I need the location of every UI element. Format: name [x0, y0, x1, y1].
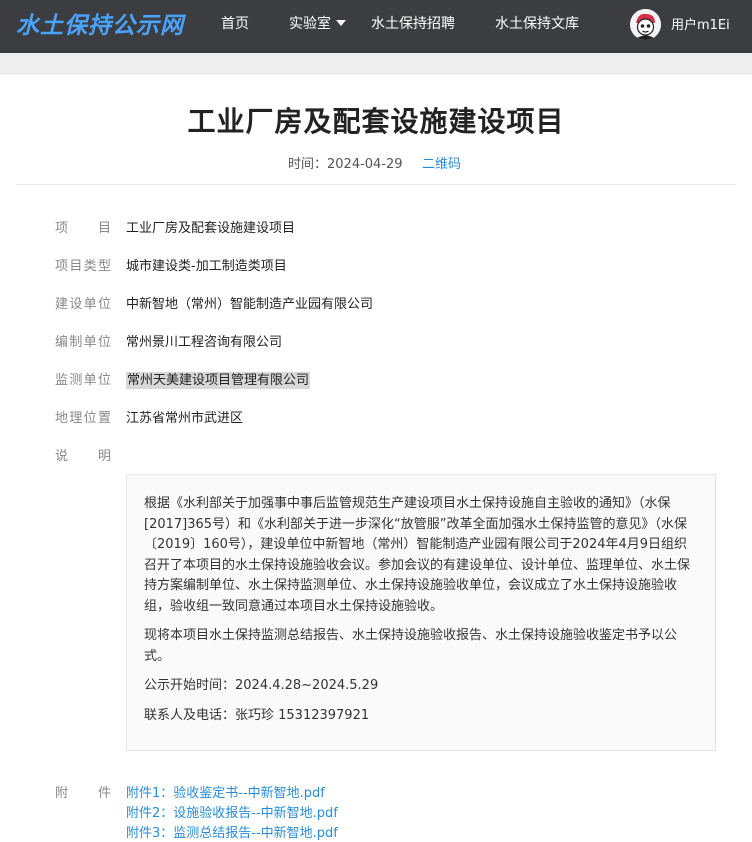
field-label: 编制单位 — [55, 335, 111, 350]
avatar[interactable] — [630, 9, 661, 40]
page-title: 工业厂房及配套设施建设项目 — [187, 105, 565, 138]
user-avatar-icon — [630, 9, 661, 40]
nav-home[interactable]: 首页 — [221, 13, 249, 33]
attachment-link-3[interactable]: 附件3：监测总结报告--中新智地.pdf — [126, 822, 338, 841]
chevron-down-icon — [336, 20, 346, 26]
field-label: 项目类型 — [55, 259, 111, 274]
publicity-period: 公示开始时间：2024.4.28~2024.5.29 — [144, 678, 379, 693]
nav-lab-label: 实验室 — [289, 16, 331, 32]
field-row-description: 说 明 — [0, 445, 752, 465]
description-box: 根据《水利部关于加强事中事后监管规范生产建设项目水土保持设施自主验收的通知》（水… — [126, 474, 716, 751]
field-label: 项 目 — [55, 221, 111, 236]
user-menu[interactable]: 用户m1Ei — [671, 14, 730, 33]
divider — [16, 184, 736, 185]
nav-lab[interactable]: 实验室 — [289, 13, 346, 33]
attachment-link-1[interactable]: 附件1：验收鉴定书--中新智地.pdf — [126, 782, 325, 801]
field-row-location: 地理位置 江苏省常州市武进区 — [0, 407, 752, 427]
field-value: 工业厂房及配套设施建设项目 — [126, 221, 296, 236]
field-row-builder: 建设单位 中新智地（常州）智能制造产业园有限公司 — [0, 293, 752, 313]
nav-library[interactable]: 水土保持文库 — [495, 13, 579, 33]
field-row-type: 项目类型 城市建设类-加工制造类项目 — [0, 255, 752, 275]
field-row-compiler: 编制单位 常州景川工程咨询有限公司 — [0, 331, 752, 351]
field-value: 常州景川工程咨询有限公司 — [126, 335, 283, 350]
top-navbar: 水土保持公示网 首页 实验室 水土保持招聘 水土保持文库 用户m1Ei — [0, 0, 752, 53]
field-label: 说 明 — [55, 449, 111, 464]
selected-text: 常州天美建设项目管理有限公司 — [126, 372, 311, 389]
field-row-project: 项 目 工业厂房及配套设施建设项目 — [0, 217, 752, 237]
field-value: 城市建设类-加工制造类项目 — [126, 259, 287, 274]
qrcode-link[interactable]: 二维码 — [422, 153, 461, 172]
attachments-label: 附 件 — [55, 786, 111, 801]
field-label: 地理位置 — [55, 411, 111, 426]
field-value: 江苏省常州市武进区 — [126, 411, 244, 426]
attachment-link-2[interactable]: 附件2：设施验收报告--中新智地.pdf — [126, 802, 338, 821]
field-row-monitor: 监测单位 常州天美建设项目管理有限公司 — [0, 369, 752, 389]
description-paragraph: 现将本项目水土保持监测总结报告、水土保持设施验收报告、水土保持设施验收鉴定书予以… — [144, 628, 678, 664]
field-label: 监测单位 — [55, 373, 111, 388]
field-label: 建设单位 — [55, 297, 111, 312]
field-value: 中新智地（常州）智能制造产业园有限公司 — [126, 297, 374, 312]
site-logo[interactable]: 水土保持公示网 — [16, 6, 184, 40]
contact-info: 联系人及电话：张巧珍 15312397921 — [144, 707, 370, 723]
nav-recruitment[interactable]: 水土保持招聘 — [371, 13, 455, 33]
description-paragraph: 根据《水利部关于加强事中事后监管规范生产建设项目水土保持设施自主验收的通知》（水… — [144, 496, 691, 614]
field-value: 常州天美建设项目管理有限公司 — [126, 369, 311, 389]
publish-time: 时间：2024-04-29 — [288, 157, 403, 172]
